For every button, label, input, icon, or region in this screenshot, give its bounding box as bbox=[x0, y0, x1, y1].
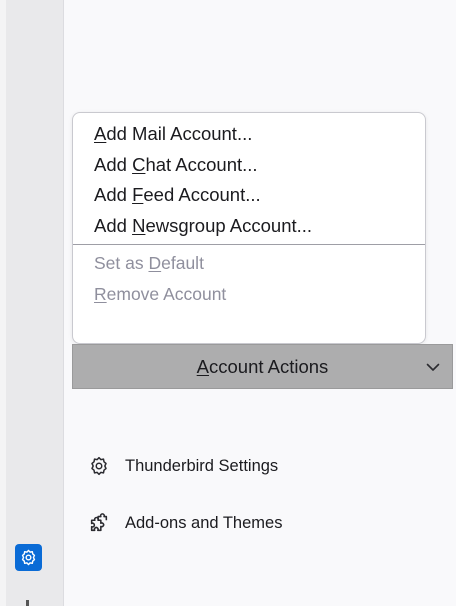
account-actions-button[interactable]: Account Actions bbox=[72, 344, 453, 389]
menu-item-set-as-default: Set as Default bbox=[94, 253, 204, 273]
menu-separator bbox=[73, 244, 425, 245]
menu-item-add-mail-account[interactable]: Add Mail Account... bbox=[73, 119, 425, 150]
menu-item-add-newsgroup-account[interactable]: Add Newsgroup Account... bbox=[73, 211, 425, 242]
gear-icon bbox=[21, 549, 36, 566]
thunderbird-settings-label: Thunderbird Settings bbox=[125, 456, 279, 475]
chevron-down-icon bbox=[426, 363, 440, 371]
addons-and-themes-link[interactable]: Add-ons and Themes bbox=[87, 509, 282, 537]
menu-item-add-chat-account[interactable]: Add Chat Account... bbox=[73, 150, 425, 181]
menu-item-add-feed-account[interactable]: Add Feed Account... bbox=[73, 180, 425, 211]
addons-and-themes-label: Add-ons and Themes bbox=[125, 513, 283, 532]
account-actions-label: Account Actions bbox=[196, 355, 329, 377]
menu-item-remove-account: Remove Account bbox=[94, 283, 227, 304]
thunderbird-settings-link[interactable]: Thunderbird Settings bbox=[87, 452, 278, 480]
gear-icon bbox=[87, 454, 111, 478]
account-actions-menu: Add Mail Account... Add Chat Account... … bbox=[72, 112, 426, 344]
sidebar-settings-button[interactable] bbox=[15, 544, 42, 571]
spaces-toolbar bbox=[6, 0, 64, 606]
puzzle-icon bbox=[87, 511, 111, 535]
partial-icon bbox=[26, 600, 29, 606]
